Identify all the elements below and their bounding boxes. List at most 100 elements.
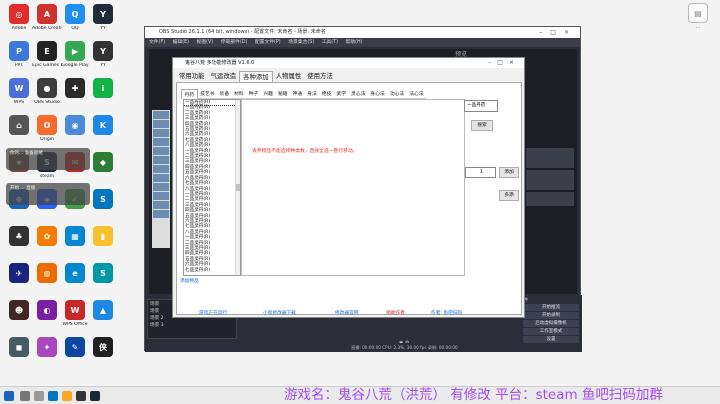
studio-mode-button[interactable]: 工作室模式 (523, 328, 579, 335)
category-tab[interactable]: 材料 (231, 89, 247, 99)
list-item[interactable]: 七品灵丹(R) (184, 268, 240, 273)
desktop-shortcut[interactable]: W WPS Office (60, 300, 90, 327)
menu-scene-collection[interactable]: 场景集合(S) (288, 40, 314, 45)
window-controls[interactable]: –□× (539, 27, 577, 38)
start-streaming-button[interactable]: 开始推流 (523, 304, 579, 311)
scene-item[interactable]: 场景 (150, 308, 159, 314)
desktop-shortcut[interactable]: ✈ (4, 263, 34, 285)
category-tab[interactable]: 身心法 (367, 89, 388, 99)
category-tab[interactable]: 秘籍 (275, 89, 291, 99)
notification-toast-2[interactable]: 开始 ... 直播 (6, 183, 90, 205)
desktop-shortcut[interactable]: ⌂ (4, 115, 34, 137)
desktop-shortcut[interactable]: A Adobe Creati... (32, 4, 62, 31)
menu-view[interactable]: 视图(V) (197, 40, 214, 45)
menu-edit[interactable]: 编辑(E) (173, 40, 189, 45)
desktop-shortcut[interactable]: ◍ (32, 263, 62, 285)
category-tab[interactable]: 技艺书 (197, 89, 218, 99)
category-tab[interactable]: 装备 (217, 89, 232, 99)
desktop-shortcut[interactable]: O Origin (32, 115, 62, 142)
search-input[interactable]: 一品丹药 (464, 100, 498, 112)
start-icon[interactable] (4, 391, 14, 401)
trainer-window-controls[interactable]: –□× (488, 58, 520, 68)
menu-tools[interactable]: 工具(T) (322, 40, 338, 45)
menu-profile[interactable]: 配置文件(P) (255, 40, 281, 45)
desktop-shortcut[interactable]: S (88, 189, 118, 211)
desktop-shortcut[interactable]: ◐ (32, 300, 62, 322)
item-list[interactable]: 一品丹药(R) 一品丹药(R) 二品灵药(R) 三品灵药(R) 四品灵药(R) 五品灵药(… (183, 99, 241, 276)
scene-item[interactable]: 场景 3 (150, 322, 164, 328)
app-icon: ✈ (9, 263, 29, 283)
notification-toast-1[interactable]: 你的... 准备就绪 (6, 148, 90, 170)
scene-item[interactable]: 场景 2 (150, 315, 164, 321)
steam-taskbar-icon[interactable] (90, 391, 100, 401)
desktop-shortcut[interactable]: ✎ (60, 337, 90, 359)
search-icon[interactable] (20, 391, 30, 401)
desktop-shortcut[interactable]: ✿ (32, 226, 62, 248)
footer-link-author[interactable]: 作者: 鱼吧扫码 (431, 310, 462, 316)
desktop-shortcut[interactable]: i (88, 78, 118, 100)
desktop-shortcut[interactable]: ▮ (88, 226, 118, 248)
tab-common[interactable]: 常用功能 (176, 71, 208, 82)
desktop-shortcut[interactable]: K (88, 115, 118, 137)
desktop-shortcut[interactable]: ● OBS Studio (32, 78, 62, 105)
desktop-shortcut[interactable]: Y YY (88, 41, 118, 68)
desktop-shortcut[interactable]: ✦ (32, 337, 62, 359)
desktop-shortcut[interactable]: ◆ (88, 152, 118, 174)
quantity-input[interactable]: 1 (465, 167, 496, 178)
desktop-shortcut[interactable]: Y YY (88, 4, 118, 31)
desktop-shortcut[interactable]: ♣ (4, 226, 34, 248)
category-tab[interactable]: 绝技 (319, 89, 334, 99)
category-tab[interactable]: 身法 (304, 89, 320, 99)
tab-attributes[interactable]: 人物属性 (273, 71, 305, 82)
menu-file[interactable]: 文件(F) (149, 40, 165, 45)
desktop-file-icon[interactable]: ▤ … (683, 3, 713, 30)
desktop-shortcut[interactable]: S (88, 263, 118, 285)
desktop-shortcut[interactable]: ☻ (4, 300, 34, 322)
category-tab[interactable]: 武学 (333, 89, 349, 99)
edge-icon[interactable] (48, 391, 58, 401)
settings-button[interactable]: 设置 (523, 336, 579, 343)
desktop-shortcut[interactable]: ◉ (60, 115, 90, 137)
app-icon: W (9, 78, 29, 98)
item-list-scrollbar[interactable] (235, 100, 240, 275)
start-recording-button[interactable]: 开始录制 (523, 312, 579, 319)
category-tab[interactable]: 神通 (290, 89, 305, 99)
obs-taskbar-icon[interactable] (76, 391, 86, 401)
footer-link-donate[interactable]: 捐助作者 (386, 310, 405, 316)
folder-icon[interactable] (62, 391, 72, 401)
desktop-shortcut[interactable]: ▲ (88, 300, 118, 322)
add-button[interactable]: 添加 (499, 167, 519, 178)
category-tab[interactable]: 兴趣 (260, 89, 276, 99)
desktop-shortcut-label: YY (100, 63, 106, 68)
category-tab[interactable]: 灵心法 (348, 89, 368, 99)
desktop-shortcut[interactable]: ✚ (60, 78, 90, 100)
desktop-shortcut[interactable]: P PPT (4, 41, 34, 68)
desktop-shortcut[interactable]: ◎ Adobe (4, 4, 34, 31)
footer-link-download[interactable]: 小窗修改器下载 (263, 310, 296, 316)
taskview-icon[interactable] (34, 391, 44, 401)
virtual-camera-button[interactable]: 启动虚拟摄像机 (523, 320, 579, 327)
desktop-shortcut-label: YY (100, 26, 106, 31)
footer-link-running[interactable]: 游戏正在运行 (199, 310, 227, 316)
desktop-shortcut[interactable]: e (60, 263, 90, 285)
desktop-shortcut[interactable]: Q QQ (60, 4, 90, 31)
category-tab[interactable]: 法心法 (406, 89, 427, 99)
desktop-shortcut[interactable]: ◼ (4, 337, 34, 359)
menu-docks[interactable]: 停靠部件(D) (221, 40, 248, 45)
desktop-shortcut[interactable]: ▶ Google Play (60, 41, 90, 68)
menu-help[interactable]: 帮助(H) (346, 40, 363, 45)
category-tab[interactable]: 种子 (246, 89, 261, 99)
desktop-shortcut[interactable]: W WPS (4, 78, 34, 105)
footer-link-site[interactable]: 修改器官网 (335, 310, 358, 316)
search-button[interactable]: 搜索 (471, 120, 493, 131)
tab-usage[interactable]: 使用方法 (304, 71, 336, 82)
category-tab[interactable]: 丹药 (181, 89, 198, 99)
category-tab[interactable]: 功心法 (387, 89, 407, 99)
desktop-shortcut[interactable]: 侠 (88, 337, 118, 359)
multi-add-button[interactable]: 多添 (499, 190, 519, 201)
desktop-shortcut[interactable]: E Epic Games Launcher (32, 41, 62, 68)
add-item-link[interactable]: 添加物品 (180, 278, 199, 284)
tab-add-items[interactable]: 各种添加 (239, 71, 273, 82)
desktop-shortcut[interactable]: ▦ (60, 226, 90, 248)
tab-luck[interactable]: 气运改造 (208, 71, 240, 82)
